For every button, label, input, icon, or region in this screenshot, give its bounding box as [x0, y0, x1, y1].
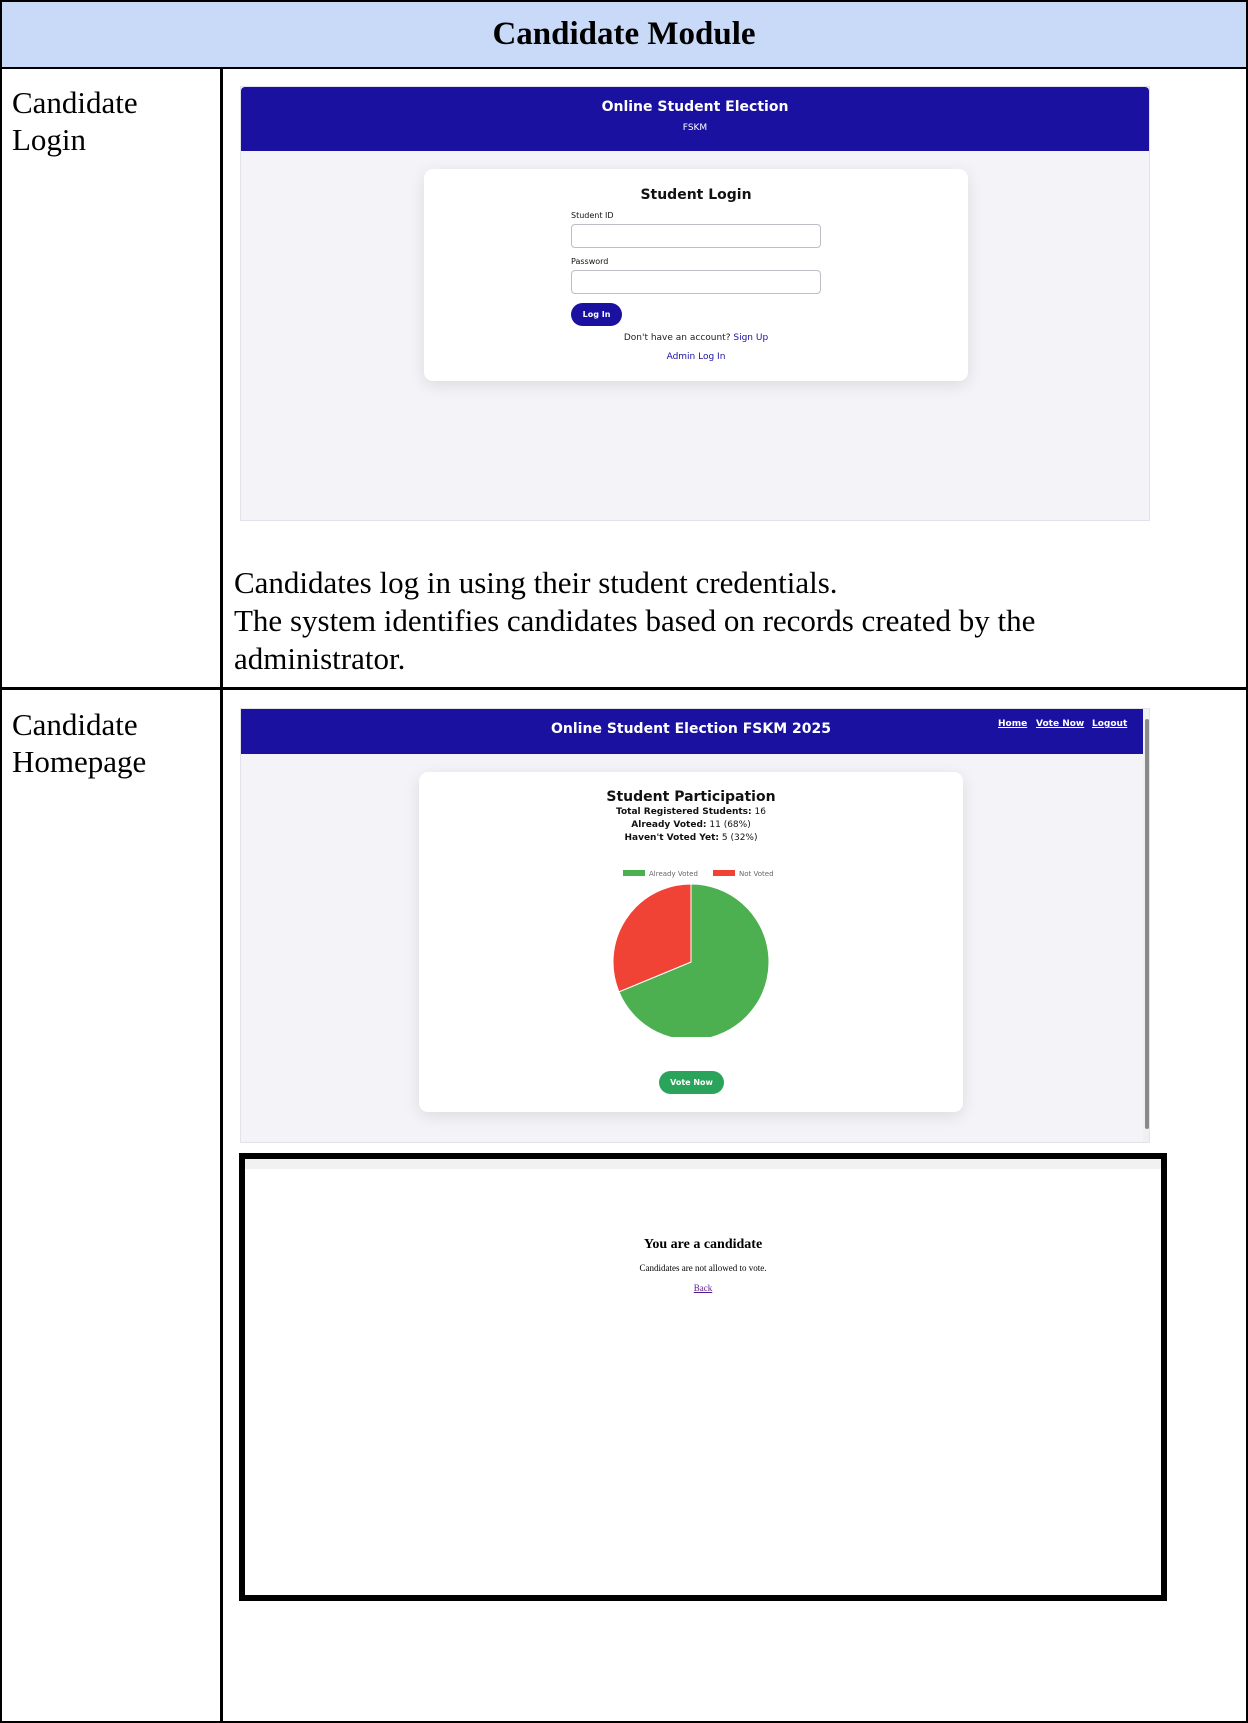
stat-not-voted: Haven't Voted Yet: 5 (32%) — [419, 833, 963, 843]
column-divider — [220, 68, 223, 1723]
description-line: The system identifies candidates based o… — [234, 603, 1036, 638]
login-button[interactable]: Log In — [571, 303, 622, 326]
signup-prompt-text: Don't have an account? — [623, 333, 731, 343]
description-line: Candidates log in using their student cr… — [234, 565, 838, 600]
login-banner: Online Student Election FSKM — [241, 87, 1149, 151]
stat-label: Haven't Voted Yet: — [624, 833, 719, 843]
row-label-candidate-homepage: Candidate Homepage — [12, 707, 147, 779]
signup-prompt: Don't have an account? Sign Up — [424, 333, 968, 343]
legend-label[interactable]: Already Voted — [649, 870, 698, 878]
stat-value: 11 (68%) — [709, 820, 751, 830]
stat-already-voted: Already Voted: 11 (68%) — [419, 820, 963, 830]
login-card-title: Student Login — [640, 187, 752, 203]
login-banner-title: Online Student Election — [601, 99, 789, 115]
stat-total-registered: Total Registered Students: 16 — [419, 807, 963, 817]
homepage-screenshot: Online Student Election FSKM 2025 Home V… — [240, 708, 1150, 1143]
candidate-message-title: You are a candidate — [643, 1237, 763, 1252]
stat-label: Total Registered Students: — [616, 807, 752, 817]
row-label-candidate-login: Candidate Login — [12, 85, 138, 157]
candidate-message-text: Candidates are not allowed to vote. — [639, 1263, 767, 1273]
signup-link[interactable]: Sign Up — [733, 333, 768, 343]
stat-value: 5 (32%) — [721, 833, 758, 843]
stat-label: Already Voted: — [631, 820, 707, 830]
stat-value: 16 — [754, 807, 766, 817]
scrollbar-thumb[interactable] — [1145, 719, 1149, 1129]
participation-title: Student Participation — [606, 789, 776, 805]
candidate-not-allowed-screenshot: You are a candidate Candidates are not a… — [239, 1153, 1167, 1601]
admin-login-link[interactable]: Admin Log In — [424, 352, 968, 362]
nav-home-link[interactable]: Home — [998, 719, 1027, 729]
password-input[interactable] — [571, 270, 821, 294]
login-card: Student Login Student ID Password Log In… — [424, 169, 968, 381]
legend-swatch[interactable] — [713, 870, 735, 876]
table-title: Candidate Module — [0, 0, 1248, 69]
participation-pie-chart: Already Voted Not Voted — [612, 870, 774, 1037]
student-id-input[interactable] — [571, 224, 821, 248]
row-divider — [0, 687, 1248, 690]
nav-vote-now-link[interactable]: Vote Now — [1036, 719, 1084, 729]
description-line: administrator. — [234, 641, 406, 676]
legend-swatch[interactable] — [623, 870, 645, 876]
home-banner: Online Student Election FSKM 2025 Home V… — [241, 709, 1144, 754]
nav-logout-link[interactable]: Logout — [1092, 719, 1127, 729]
legend-label[interactable]: Not Voted — [739, 870, 774, 878]
back-link[interactable]: Back — [245, 1283, 1161, 1293]
login-banner-subtitle: FSKM — [682, 123, 708, 133]
student-id-label: Student ID — [571, 211, 614, 220]
login-description: Candidates log in using their student cr… — [234, 564, 1234, 678]
password-label: Password — [571, 257, 609, 266]
browser-toolbar — [245, 1159, 1161, 1169]
login-screenshot: Online Student Election FSKM Student Log… — [240, 86, 1150, 521]
participation-card: Student Participation Total Registered S… — [419, 772, 963, 1112]
vote-now-button[interactable]: Vote Now — [659, 1071, 724, 1094]
